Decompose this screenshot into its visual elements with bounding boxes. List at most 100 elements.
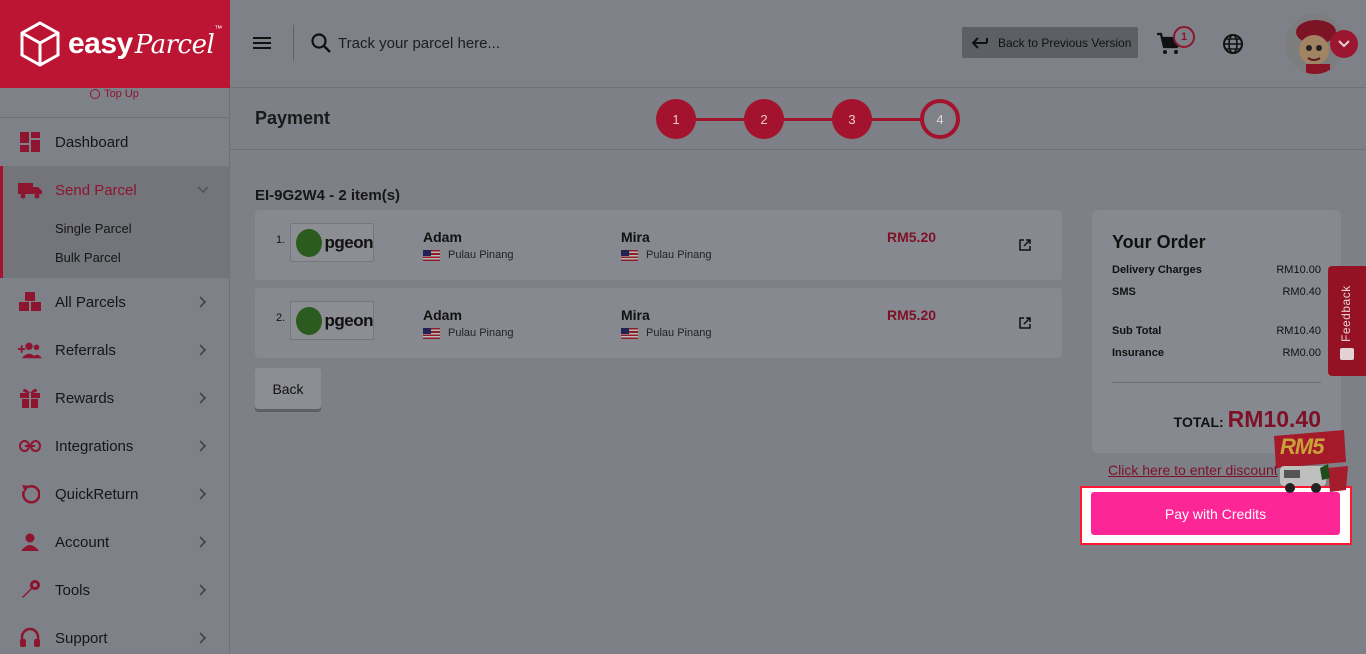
chevron-right-icon bbox=[199, 392, 207, 404]
enter-discount-link[interactable]: Click here to enter discount bbox=[1108, 462, 1278, 478]
page-title: Payment bbox=[255, 108, 331, 128]
cart-count-badge: 1 bbox=[1173, 26, 1195, 48]
sidebar-subitem-single-parcel[interactable]: Single Parcel bbox=[3, 214, 229, 243]
sidebar-item-label: Dashboard bbox=[55, 133, 129, 151]
page-header: Payment 1 2 3 4 bbox=[230, 88, 1366, 150]
row-number: 1. bbox=[276, 234, 286, 246]
parcel-row: 2. pgeon Adam Pulau Pinang Mira Pulau Pi… bbox=[255, 288, 1062, 358]
courier-name: pgeon bbox=[324, 310, 374, 330]
sender-name: Adam bbox=[423, 229, 462, 245]
receiver-name: Mira bbox=[621, 229, 650, 245]
sidebar-item-label: Send Parcel bbox=[55, 181, 137, 199]
order-line-sms: SMS RM0.40 bbox=[1112, 286, 1321, 298]
boxes-icon bbox=[18, 290, 42, 314]
sidebar-item-account[interactable]: Account bbox=[0, 518, 229, 566]
sidebar-item-label: Rewards bbox=[55, 389, 115, 407]
parcel-price: RM5.20 bbox=[887, 307, 937, 323]
receiver: Mira Pulau Pinang bbox=[621, 307, 711, 339]
step-4-current: 4 bbox=[920, 99, 960, 139]
cube-logo-icon bbox=[20, 21, 60, 67]
order-summary-card: Your Order Delivery Charges RM10.00 SMS RM… bbox=[1092, 210, 1341, 453]
sidebar-item-label: Support bbox=[55, 629, 108, 647]
back-to-previous-version-button[interactable]: Back to Previous Version bbox=[962, 27, 1138, 58]
malaysia-flag-icon bbox=[423, 249, 440, 261]
row-number: 2. bbox=[276, 312, 286, 324]
return-icon bbox=[18, 482, 42, 506]
gift-icon bbox=[18, 386, 42, 410]
back-button[interactable]: Back bbox=[255, 368, 321, 409]
open-external-icon[interactable] bbox=[1019, 317, 1031, 329]
total-label: TOTAL: bbox=[1173, 414, 1224, 430]
sidebar-item-tools[interactable]: Tools bbox=[0, 566, 229, 614]
person-icon bbox=[18, 530, 42, 554]
chevron-right-icon bbox=[199, 584, 207, 596]
parcel-row: 1. pgeon Adam Pulau Pinang Mira Pulau Pi… bbox=[255, 210, 1062, 280]
chevron-down-icon bbox=[1338, 40, 1350, 48]
brand-tm: ™ bbox=[214, 24, 223, 33]
truck-icon bbox=[18, 178, 42, 202]
brand-logo[interactable]: easyParcel ™ bbox=[0, 0, 230, 88]
users-add-icon bbox=[18, 338, 42, 362]
step-3: 3 bbox=[832, 99, 872, 139]
top-up-label: Top Up bbox=[104, 88, 139, 100]
globe-language-icon[interactable] bbox=[1222, 33, 1244, 55]
order-summary-divider bbox=[1112, 382, 1321, 383]
order-line-subtotal: Sub Total RM10.40 bbox=[1112, 325, 1321, 337]
return-arrow-icon bbox=[972, 36, 988, 49]
main-content: Payment 1 2 3 4 EI-9G2W4 - 2 item(s) 1. … bbox=[230, 88, 1366, 654]
pay-with-credits-button[interactable]: Pay with Credits bbox=[1091, 492, 1340, 535]
sidebar-item-label: Integrations bbox=[55, 437, 134, 455]
sidebar-item-referrals[interactable]: Referrals bbox=[0, 326, 229, 374]
top-bar: Back to Previous Version 1 bbox=[230, 0, 1366, 88]
sidebar-item-support[interactable]: Support bbox=[0, 614, 229, 654]
malaysia-flag-icon bbox=[621, 249, 638, 261]
courier-name: pgeon bbox=[324, 232, 374, 252]
checkout-stepper: 1 2 3 4 bbox=[656, 99, 960, 139]
chevron-right-icon bbox=[199, 296, 207, 308]
brand-name: easyParcel bbox=[68, 27, 215, 60]
sidebar: Top Up Dashboard Send Parcel Single Parc… bbox=[0, 88, 230, 654]
feedback-tab[interactable]: Feedback bbox=[1328, 266, 1366, 376]
sender-location: Pulau Pinang bbox=[423, 249, 513, 261]
rm5-promo-badge[interactable]: RM5 bbox=[1270, 428, 1350, 498]
chevron-down-icon bbox=[197, 186, 209, 194]
sidebar-item-dashboard[interactable]: Dashboard bbox=[0, 118, 229, 166]
courier-logo: pgeon bbox=[290, 223, 374, 262]
feedback-face-icon bbox=[1340, 348, 1354, 360]
step-1: 1 bbox=[656, 99, 696, 139]
sidebar-item-send-parcel[interactable]: Send Parcel bbox=[3, 166, 229, 214]
receiver-name: Mira bbox=[621, 307, 650, 323]
malaysia-flag-icon bbox=[423, 327, 440, 339]
chevron-right-icon bbox=[199, 488, 207, 500]
sidebar-item-rewards[interactable]: Rewards bbox=[0, 374, 229, 422]
step-2: 2 bbox=[744, 99, 784, 139]
track-parcel-search-input[interactable] bbox=[338, 28, 638, 58]
sidebar-subitem-bulk-parcel[interactable]: Bulk Parcel bbox=[3, 243, 229, 278]
hamburger-menu-icon[interactable] bbox=[252, 33, 272, 53]
sidebar-item-quickreturn[interactable]: QuickReturn bbox=[0, 470, 229, 518]
sidebar-item-label: Account bbox=[55, 533, 110, 551]
sidebar-item-label: Tools bbox=[55, 581, 91, 599]
sidebar-item-integrations[interactable]: Integrations bbox=[0, 422, 229, 470]
order-id: EI-9G2W4 - 2 item(s) bbox=[255, 187, 401, 204]
receiver-location: Pulau Pinang bbox=[621, 327, 711, 339]
sender-name: Adam bbox=[423, 307, 462, 323]
top-up-link[interactable]: Top Up bbox=[0, 88, 229, 118]
parcel-price: RM5.20 bbox=[887, 229, 937, 245]
sidebar-item-label: All Parcels bbox=[55, 293, 126, 311]
wrench-icon bbox=[18, 578, 42, 602]
order-summary-title: Your Order bbox=[1112, 232, 1206, 252]
dashboard-icon bbox=[18, 130, 42, 154]
sidebar-item-all-parcels[interactable]: All Parcels bbox=[0, 278, 229, 326]
account-dropdown-button[interactable] bbox=[1330, 30, 1358, 58]
sender: Adam Pulau Pinang bbox=[423, 229, 513, 261]
stepper-line bbox=[676, 118, 940, 121]
sidebar-group-send-parcel: Send Parcel Single Parcel Bulk Parcel bbox=[0, 166, 229, 278]
sidebar-item-label: Referrals bbox=[55, 341, 116, 359]
malaysia-flag-icon bbox=[621, 327, 638, 339]
open-external-icon[interactable] bbox=[1019, 239, 1031, 251]
order-line-delivery: Delivery Charges RM10.00 bbox=[1112, 264, 1321, 276]
back-to-previous-version-label: Back to Previous Version bbox=[998, 35, 1132, 50]
feedback-label: Feedback bbox=[1339, 285, 1353, 342]
add-circle-icon bbox=[90, 89, 101, 99]
